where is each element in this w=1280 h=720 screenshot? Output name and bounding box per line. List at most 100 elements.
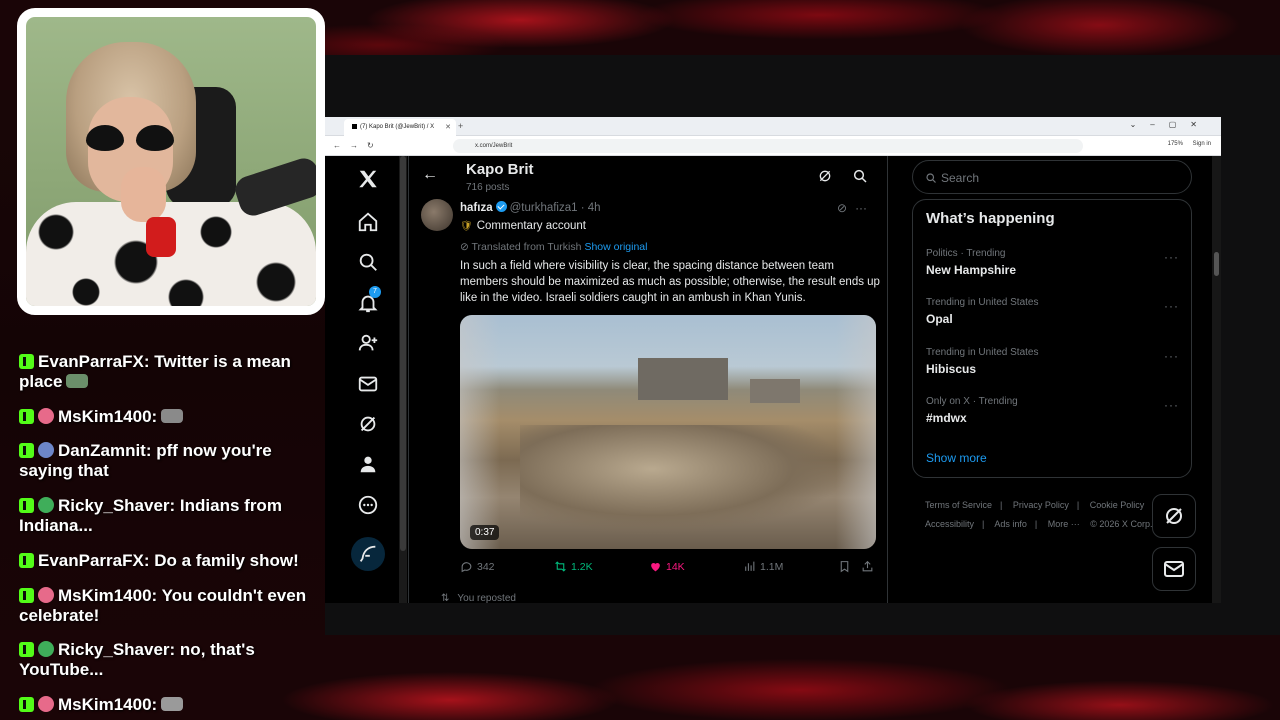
show-original-link[interactable]: Show original: [584, 241, 647, 253]
messages-float-button[interactable]: [1152, 547, 1196, 591]
reply-count: 342: [477, 561, 495, 573]
grok-post-icon[interactable]: ⊘: [837, 201, 847, 215]
trend-context: Only on X · Trending: [926, 396, 1018, 407]
trend-context: Trending in United States: [926, 297, 1039, 308]
terms-link[interactable]: Terms of Service: [925, 500, 992, 510]
user-badge-icon: [38, 696, 54, 712]
video-debris: [520, 425, 850, 535]
dog-emote-icon: [161, 697, 184, 711]
tab-close-icon[interactable]: ✕: [445, 123, 451, 131]
messages-icon[interactable]: [357, 373, 379, 395]
repost-button[interactable]: 1.2K: [554, 560, 593, 573]
reposted-text: You reposted: [457, 593, 516, 603]
trend-item[interactable]: Only on X · Trending #mdwx ···: [926, 396, 1184, 436]
back-arrow-icon[interactable]: ←: [422, 166, 438, 184]
trends-title: What’s happening: [926, 210, 1055, 227]
chat-username: EvanParraFX:: [38, 551, 150, 570]
trend-more-icon[interactable]: ···: [1164, 250, 1179, 264]
grok-icon[interactable]: [357, 413, 379, 435]
compose-feather-icon[interactable]: [357, 543, 379, 565]
home-icon[interactable]: [357, 211, 379, 233]
chat-message: MsKim1400:: [19, 407, 325, 427]
views-button[interactable]: 1.1M: [743, 560, 783, 573]
footer-links: Terms of Service | Privacy Policy | Cookie…: [925, 500, 1155, 529]
webcam-sunglasses: [84, 125, 179, 153]
timeline-column: ← Kapo Brit 716 posts hafıza @turkhafiza1…: [408, 156, 888, 603]
trend-item[interactable]: Trending in United States Opal ···: [926, 297, 1184, 337]
author-handle[interactable]: @turkhafiza1 · 4h: [510, 202, 601, 214]
privacy-link[interactable]: Privacy Policy: [1013, 500, 1069, 510]
copyright-text: © 2026 X Corp.: [1090, 519, 1153, 529]
notification-count-badge: 7: [369, 286, 381, 298]
chat-message: MsKim1400: You couldn't even celebrate!: [19, 586, 325, 626]
new-tab-icon[interactable]: +: [458, 121, 463, 131]
trend-name: Opal: [926, 312, 953, 326]
window-controls[interactable]: ⌄–▢✕: [1130, 120, 1211, 129]
search-input-icon: [926, 173, 936, 183]
chat-message: MsKim1400:: [19, 695, 325, 715]
cookie-link[interactable]: Cookie Policy: [1090, 500, 1145, 510]
grok-float-icon: [1166, 508, 1182, 524]
kick-badge-icon: [19, 498, 34, 513]
chat-message: EvanParraFX: Do a family show!: [19, 551, 325, 571]
chat-message: EvanParraFX: Twitter is a mean place: [19, 352, 325, 392]
commentary-text: Commentary account: [476, 220, 586, 232]
post-more-icon[interactable]: ···: [855, 201, 867, 215]
search-input[interactable]: Search: [912, 160, 1192, 194]
user-badge-icon: [38, 587, 54, 603]
search-placeholder: Search: [941, 171, 980, 185]
url-field[interactable]: x.com/JewBrit: [453, 139, 1083, 153]
profile-icon[interactable]: [357, 453, 379, 475]
grok-header-icon[interactable]: [817, 168, 833, 184]
browser-tab[interactable]: (7) Kapo Brit (@JewBrit) / X ✕: [344, 119, 456, 136]
video-blur-right: [836, 315, 876, 549]
show-more-link[interactable]: Show more: [926, 451, 987, 465]
messages-float-icon: [1164, 561, 1184, 577]
kick-badge-icon: [19, 697, 34, 712]
search-icon[interactable]: [357, 251, 379, 273]
profile-search-icon[interactable]: [852, 168, 868, 184]
kick-badge-icon: [19, 354, 34, 369]
chat-username: MsKim1400:: [58, 586, 158, 605]
left-nav: 7: [325, 156, 408, 603]
trend-more-icon[interactable]: ···: [1164, 299, 1179, 313]
author-name[interactable]: hafıza: [460, 202, 493, 214]
grok-float-button[interactable]: [1152, 494, 1196, 538]
x-logo-icon[interactable]: [357, 168, 379, 190]
accessibility-link[interactable]: Accessibility: [925, 519, 974, 529]
page-scrollbar[interactable]: [1212, 156, 1221, 603]
frog-emote-icon: [66, 374, 89, 388]
more-icon[interactable]: [357, 494, 379, 516]
like-button[interactable]: 14K: [649, 560, 685, 573]
translation-line: ⊘ Translated from Turkish Show original: [460, 241, 647, 253]
bookmark-icon[interactable]: [838, 560, 855, 573]
kick-badge-icon: [19, 588, 34, 603]
cat-emote-icon: [161, 409, 184, 423]
trend-item[interactable]: Politics · Trending New Hampshire ···: [926, 248, 1184, 288]
nav-scrollbar[interactable]: [399, 156, 407, 603]
reply-button[interactable]: 342: [460, 560, 495, 573]
follow-icon[interactable]: [357, 332, 379, 354]
trend-more-icon[interactable]: ···: [1164, 398, 1179, 412]
chat-username: Ricky_Shaver:: [58, 640, 176, 659]
trend-item[interactable]: Trending in United States Hibiscus ···: [926, 347, 1184, 387]
browser-nav-buttons[interactable]: ←→↻: [333, 141, 383, 150]
browser-signin-button[interactable]: Sign in: [1193, 141, 1211, 147]
views-icon: [745, 561, 755, 571]
author-avatar[interactable]: [421, 199, 453, 231]
footer-more-link[interactable]: More ···: [1048, 519, 1080, 529]
post-video[interactable]: 0:37: [460, 315, 876, 549]
trend-more-icon[interactable]: ···: [1164, 349, 1179, 363]
webcam-feed: [17, 8, 325, 315]
ads-info-link[interactable]: Ads info: [994, 519, 1027, 529]
zoom-level[interactable]: 175%: [1168, 141, 1183, 147]
chat-message: Ricky_Shaver: no, that's YouTube...: [19, 640, 325, 680]
chat-username: Ricky_Shaver:: [58, 496, 176, 515]
notifications-bell-icon[interactable]: 7: [357, 286, 381, 314]
address-bar: ←→↻ x.com/JewBrit 175% Sign in: [325, 136, 1221, 156]
video-duration: 0:37: [470, 525, 500, 540]
tab-bar: (7) Kapo Brit (@JewBrit) / X ✕ + ⌄–▢✕: [325, 117, 1221, 136]
share-icon[interactable]: [861, 560, 878, 573]
repost-count: 1.2K: [571, 561, 593, 573]
reposted-label: ⇅ You reposted: [441, 593, 516, 603]
